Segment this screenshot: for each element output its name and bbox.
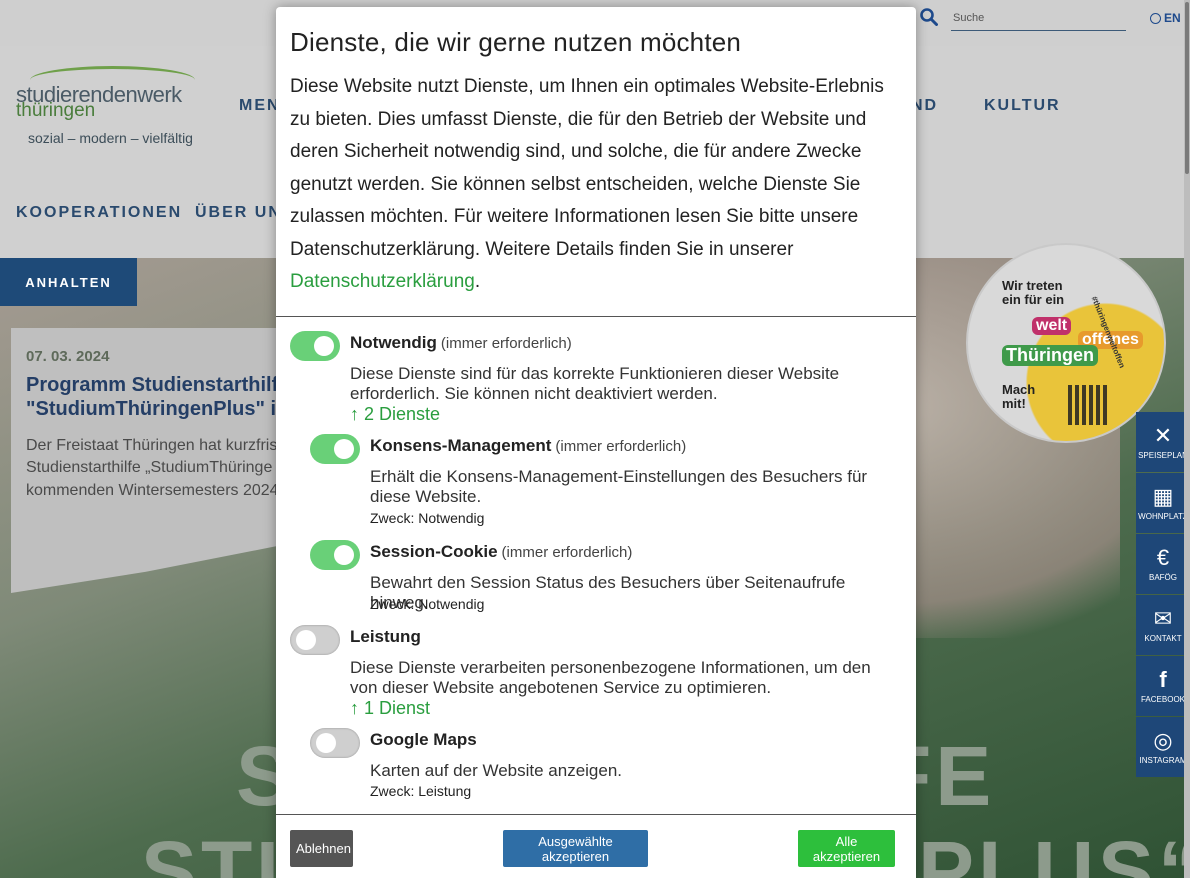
sidebar-item-label: SPEISEPLAN — [1138, 450, 1188, 460]
accept-all-button[interactable]: Alle akzeptieren — [798, 830, 895, 867]
logo-tagline: sozial – modern – vielfältig — [28, 130, 193, 146]
modal-title: Dienste, die wir gerne nutzen möchten — [290, 27, 742, 57]
toggle-leistung[interactable] — [290, 625, 340, 655]
service-description: Erhält die Konsens-Management-Einstellun… — [370, 467, 868, 506]
service-purpose: Zweck: Notwendig — [370, 510, 485, 526]
badge-line: ein für ein — [1002, 292, 1065, 308]
modal-description: Diese Website nutzt Dienste, um Ihnen ei… — [290, 71, 902, 299]
modal-description-text: Diese Website nutzt Dienste, um Ihnen ei… — [290, 76, 884, 260]
service-purpose: Zweck: Notwendig — [370, 596, 485, 612]
badge-line: mit! — [1002, 396, 1026, 412]
badge-text: Mach mit! — [1002, 382, 1036, 412]
nav-item-kultur[interactable]: KULTUR — [984, 97, 1061, 115]
facebook-icon: f — [1159, 666, 1167, 692]
service-description: Diese Dienste verarbeiten personenbezoge… — [350, 658, 871, 697]
euro-icon: € — [1156, 544, 1170, 570]
mail-icon: ✉ — [1153, 605, 1173, 631]
sidebar-item-label: WOHNPLATZ — [1138, 511, 1188, 521]
globe-icon — [1150, 12, 1161, 24]
sidebar-item-facebook[interactable]: f FACEBOOK — [1136, 656, 1190, 716]
search-input[interactable] — [951, 6, 1126, 31]
language-switch[interactable]: EN — [1150, 11, 1181, 25]
service-name: Session-Cookie — [370, 542, 498, 561]
cutlery-icon: ✕ — [1153, 422, 1173, 448]
required-label: (immer erforderlich) — [501, 544, 633, 561]
sidebar-item-label: INSTAGRAM — [1139, 755, 1187, 765]
instagram-icon: ◎ — [1153, 727, 1173, 753]
service-google-maps: Google Maps — [370, 730, 477, 750]
toggle-notwendig[interactable] — [290, 331, 340, 361]
scrollbar-thumb[interactable] — [1185, 2, 1189, 174]
logo-line2: thüringen — [16, 100, 96, 121]
news-date: 07. 03. 2024 — [26, 348, 110, 365]
sidebar-item-instagram[interactable]: ◎ INSTAGRAM — [1136, 717, 1190, 777]
service-konsens-management: Konsens-Management (immer erforderlich) — [370, 436, 686, 456]
toggle-konsens-management[interactable] — [310, 434, 360, 464]
service-description: Diese Dienste sind für das korrekte Funk… — [350, 364, 840, 403]
required-label: (immer erforderlich) — [440, 335, 572, 352]
site-logo[interactable]: studierendenwerk thüringen sozial – mode… — [16, 66, 201, 148]
sidebar-item-speiseplan[interactable]: ✕ SPEISEPLAN — [1136, 412, 1190, 472]
language-label: EN — [1164, 11, 1181, 25]
news-title-line: Programm Studienstarthilfe — [26, 374, 290, 396]
quick-links-sidebar: ✕ SPEISEPLAN ▦ WOHNPLATZ € BAFÖG ✉ KONTA… — [1136, 412, 1190, 777]
news-text-line: Der Freistaat Thüringen hat kurzfris — [26, 437, 278, 454]
sidebar-item-label: FACEBOOK — [1140, 694, 1185, 704]
service-group-notwendig: Notwendig (immer erforderlich) — [350, 333, 572, 353]
modal-description-period: . — [474, 271, 481, 292]
news-text-line: Studienstarthilfe „StudiumThüringe — [26, 459, 273, 477]
accept-selected-button[interactable]: Ausgewählte akzeptieren — [503, 830, 648, 867]
service-count-toggle[interactable]: ↑ 2 Dienste — [350, 404, 440, 425]
news-title-line: "StudiumThüringenPlus" ist v — [26, 398, 311, 420]
service-description: Karten auf der Website anzeigen. — [370, 761, 623, 780]
consent-modal: Dienste, die wir gerne nutzen möchten Di… — [276, 7, 916, 878]
badge-word: Thüringen — [1002, 345, 1098, 366]
privacy-policy-link[interactable]: Datenschutzerklärung — [290, 271, 475, 292]
sidebar-item-label: BAFÖG — [1148, 572, 1177, 582]
hero-big-text: PLUS“ — [918, 824, 1190, 878]
news-card[interactable]: 07. 03. 2024 Programm Studienstarthilfe … — [11, 328, 281, 593]
sidebar-item-label: KONTAKT — [1144, 633, 1182, 643]
service-name: Leistung — [350, 627, 421, 646]
sidebar-item-wohnplatz[interactable]: ▦ WOHNPLATZ — [1136, 473, 1190, 533]
service-name: Notwendig — [350, 333, 437, 352]
qr-code-icon — [1068, 385, 1108, 425]
service-name: Google Maps — [370, 730, 477, 749]
news-text-line: kommenden Wintersemesters 2024 — [26, 481, 279, 499]
slider-pause-button[interactable]: ANHALTEN — [0, 258, 137, 306]
service-purpose: Zweck: Leistung — [370, 783, 472, 799]
service-count-toggle[interactable]: ↑ 1 Dienst — [350, 698, 430, 719]
modal-header: Dienste, die wir gerne nutzen möchten Di… — [276, 7, 916, 317]
service-list: Notwendig (immer erforderlich) Diese Dien… — [276, 317, 916, 814]
building-icon: ▦ — [1152, 483, 1174, 509]
badge-line: Wir treten — [1002, 278, 1063, 293]
nav-item-mensa[interactable]: MEN — [239, 97, 281, 115]
search-icon[interactable] — [920, 8, 938, 26]
nav-item-ueber-uns[interactable]: ÜBER UN — [195, 204, 282, 222]
decline-button[interactable]: Ablehnen — [290, 830, 353, 867]
toggle-google-maps[interactable] — [310, 728, 360, 758]
badge-text: Wir treten ein für ein — [1002, 278, 1065, 308]
badge-line: Mach — [1002, 382, 1036, 397]
service-group-leistung: Leistung — [350, 627, 421, 647]
service-name: Konsens-Management — [370, 436, 552, 455]
modal-footer: Ablehnen Ausgewählte akzeptieren Alle ak… — [276, 814, 916, 878]
page-scrollbar[interactable] — [1184, 0, 1190, 878]
sidebar-item-bafoeg[interactable]: € BAFÖG — [1136, 534, 1190, 594]
service-session-cookie: Session-Cookie (immer erforderlich) — [370, 542, 632, 562]
toggle-session-cookie[interactable] — [310, 540, 360, 570]
news-text: Der Freistaat Thüringen hat kurzfris Stu… — [26, 435, 279, 502]
sidebar-item-kontakt[interactable]: ✉ KONTAKT — [1136, 595, 1190, 655]
news-title[interactable]: Programm Studienstarthilfe "StudiumThüri… — [26, 373, 311, 421]
required-label: (immer erforderlich) — [555, 438, 687, 455]
nav-item-kooperationen[interactable]: KOOPERATIONEN — [16, 204, 182, 222]
badge-word: welt — [1032, 317, 1072, 335]
